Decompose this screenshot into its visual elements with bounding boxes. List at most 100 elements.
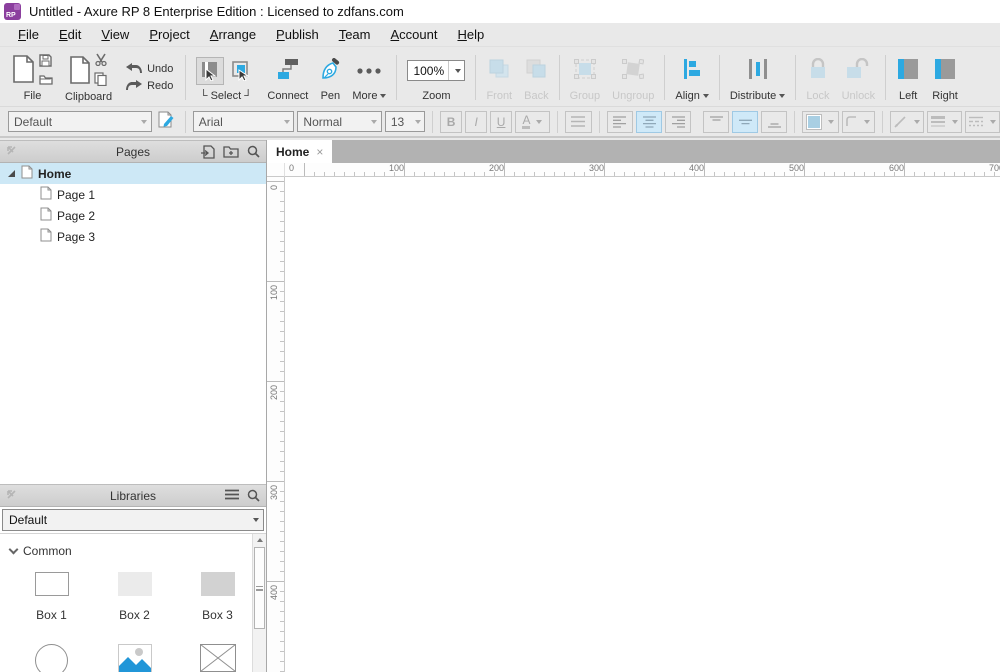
toolbar-separator xyxy=(719,55,720,100)
bring-front-icon xyxy=(488,59,510,82)
underline-button[interactable]: U xyxy=(490,111,512,133)
font-color-button[interactable]: A xyxy=(515,111,550,133)
line-color-button[interactable] xyxy=(890,111,925,133)
edit-style-icon[interactable] xyxy=(158,111,175,132)
menu-edit[interactable]: Edit xyxy=(49,24,91,45)
undo-icon xyxy=(126,63,142,76)
text-align-center-button[interactable] xyxy=(636,111,662,133)
select-group: └ Select ┘ xyxy=(190,51,261,104)
widget-style-select[interactable]: Default xyxy=(8,111,152,132)
bold-button[interactable]: B xyxy=(440,111,462,133)
add-folder-icon[interactable] xyxy=(223,145,239,159)
file-group[interactable]: File xyxy=(6,51,59,104)
page-item-page2[interactable]: Page 2 xyxy=(0,205,266,226)
undo-button[interactable]: Undo xyxy=(126,63,173,76)
line-spacing-button[interactable] xyxy=(565,111,592,133)
search-icon[interactable] xyxy=(247,489,260,502)
add-page-icon[interactable] xyxy=(200,145,215,159)
align-right-edge-button[interactable]: Right xyxy=(926,51,964,104)
menu-file[interactable]: File xyxy=(8,24,49,45)
zoom-select[interactable]: 100% xyxy=(407,60,465,81)
font-family-select[interactable]: Arial xyxy=(193,111,295,132)
tab-home[interactable]: Home × xyxy=(267,140,332,163)
collapse-panel-icon[interactable] xyxy=(6,145,17,159)
clipboard-group[interactable]: Clipboard xyxy=(59,51,118,104)
font-size-select[interactable]: 13 xyxy=(385,111,425,132)
widget-placeholder[interactable] xyxy=(176,644,259,672)
unlock-button[interactable]: Unlock xyxy=(836,51,882,104)
corner-radius-button[interactable] xyxy=(842,111,875,133)
menu-team[interactable]: Team xyxy=(329,24,381,45)
pen-group[interactable]: Pen xyxy=(314,51,346,104)
paste-icon[interactable] xyxy=(69,55,91,88)
widget-image[interactable] xyxy=(93,644,176,672)
align-left-edge-button[interactable]: Left xyxy=(890,51,926,104)
save-icon[interactable] xyxy=(39,54,53,70)
design-canvas[interactable] xyxy=(285,177,1000,672)
more-group[interactable]: More xyxy=(346,51,392,104)
widget-box2[interactable]: Box 2 xyxy=(93,572,176,622)
valign-bottom-button[interactable] xyxy=(761,111,787,133)
distribute-label: Distribute xyxy=(730,88,785,102)
library-section-common[interactable]: Common xyxy=(0,534,266,558)
align-label: Align xyxy=(675,88,708,102)
group-icon xyxy=(574,59,596,82)
redo-button[interactable]: Redo xyxy=(126,80,173,93)
fill-color-button[interactable] xyxy=(802,111,839,133)
box1-thumbnail xyxy=(35,572,69,596)
pen-label: Pen xyxy=(321,88,341,102)
align-button[interactable]: Align xyxy=(669,51,714,104)
page-item-page3[interactable]: Page 3 xyxy=(0,226,266,247)
zoom-dropdown-arrow[interactable] xyxy=(448,61,464,80)
italic-button[interactable]: I xyxy=(465,111,487,133)
open-folder-icon[interactable] xyxy=(39,73,53,88)
text-align-left-button[interactable] xyxy=(607,111,633,133)
select-contained-button[interactable] xyxy=(227,57,255,85)
valign-top-button[interactable] xyxy=(703,111,729,133)
cut-icon[interactable] xyxy=(94,53,108,69)
menu-arrange[interactable]: Arrange xyxy=(200,24,266,45)
menu-account[interactable]: Account xyxy=(380,24,447,45)
library-select[interactable]: Default xyxy=(2,509,264,531)
new-file-icon[interactable] xyxy=(12,54,36,87)
search-icon[interactable] xyxy=(247,145,260,159)
scrollbar-thumb[interactable] xyxy=(254,547,265,629)
connect-group[interactable]: Connect xyxy=(261,51,314,104)
zoom-group: 100% Zoom xyxy=(401,51,471,104)
widget-ellipse[interactable] xyxy=(10,644,93,672)
widget-box1[interactable]: Box 1 xyxy=(10,572,93,622)
close-tab-icon[interactable]: × xyxy=(316,145,323,159)
page-item-home[interactable]: Home xyxy=(0,163,266,184)
lock-icon xyxy=(808,58,828,83)
scroll-up-arrow[interactable] xyxy=(253,534,266,546)
back-button[interactable]: Back xyxy=(518,51,554,104)
widget-box3[interactable]: Box 3 xyxy=(176,572,259,622)
collapse-panel-icon[interactable] xyxy=(6,489,17,503)
distribute-button[interactable]: Distribute xyxy=(724,51,791,104)
undo-redo-group: Undo Redo xyxy=(118,51,181,104)
group-button[interactable]: Group xyxy=(564,51,607,104)
expand-triangle-icon[interactable] xyxy=(8,170,15,177)
menu-hamburger-icon[interactable] xyxy=(225,489,239,502)
libraries-scrollbar[interactable] xyxy=(252,534,266,672)
menu-publish[interactable]: Publish xyxy=(266,24,329,45)
page-item-page1[interactable]: Page 1 xyxy=(0,184,266,205)
menu-project[interactable]: Project xyxy=(139,24,199,45)
menu-bar: File Edit View Project Arrange Publish T… xyxy=(0,23,1000,47)
box3-thumbnail xyxy=(201,572,235,596)
left-sidebar: Pages Home xyxy=(0,140,267,672)
select-intersected-button[interactable] xyxy=(196,57,224,85)
menu-view[interactable]: View xyxy=(91,24,139,45)
font-weight-select[interactable]: Normal xyxy=(297,111,381,132)
align-left-icon xyxy=(682,58,702,83)
copy-icon[interactable] xyxy=(94,72,108,89)
line-width-button[interactable] xyxy=(927,111,962,133)
valign-middle-button[interactable] xyxy=(732,111,758,133)
ungroup-button[interactable]: Ungroup xyxy=(606,51,660,104)
text-align-right-button[interactable] xyxy=(665,111,691,133)
back-label: Back xyxy=(524,88,548,102)
line-style-button[interactable] xyxy=(965,111,1000,133)
front-button[interactable]: Front xyxy=(480,51,518,104)
lock-button[interactable]: Lock xyxy=(800,51,835,104)
menu-help[interactable]: Help xyxy=(447,24,494,45)
